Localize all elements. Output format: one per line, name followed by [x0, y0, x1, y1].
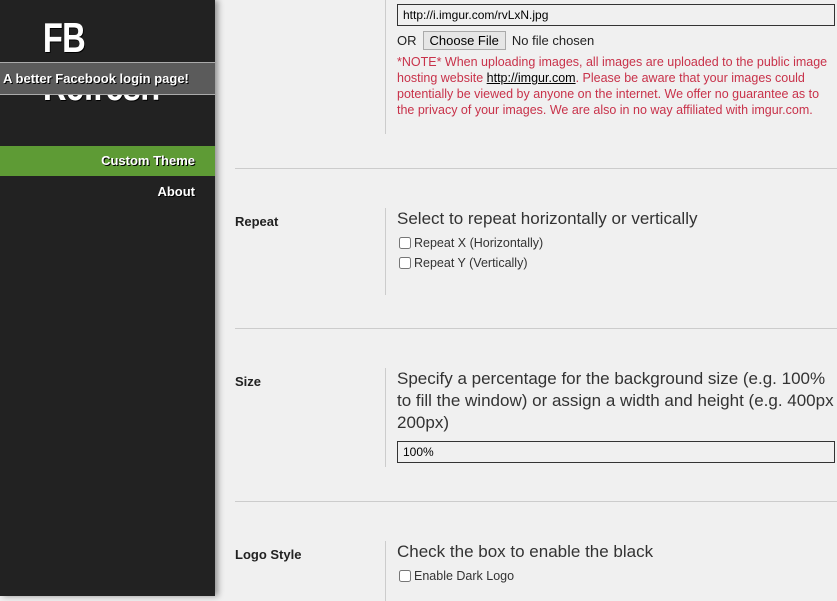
divider: [235, 168, 837, 169]
repeat-y-checkbox[interactable]: [399, 257, 411, 269]
dark-logo-checkbox[interactable]: [399, 570, 411, 582]
size-input[interactable]: [397, 441, 835, 463]
size-label: Size: [235, 374, 262, 389]
sidebar: FB Refresh A better Facebook login page!…: [0, 0, 215, 596]
image-url-input[interactable]: [397, 4, 835, 26]
sidebar-item-about[interactable]: About: [0, 177, 215, 207]
divider: [235, 328, 837, 329]
dark-logo-label: Enable Dark Logo: [414, 569, 515, 583]
sidebar-item-custom-theme[interactable]: Custom Theme: [0, 146, 215, 176]
background-image-content: OR Choose File No file chosen *NOTE* Whe…: [385, 0, 837, 134]
choose-file-button[interactable]: Choose File: [422, 31, 506, 50]
imgur-link[interactable]: http://imgur.com: [487, 71, 576, 85]
repeat-x-option[interactable]: Repeat X (Horizontally): [397, 236, 837, 250]
repeat-label: Repeat: [235, 214, 279, 229]
repeat-x-label: Repeat X (Horizontally): [414, 236, 544, 250]
size-description: Specify a percentage for the background …: [397, 369, 834, 432]
or-label: OR: [397, 33, 417, 48]
tagline: A better Facebook login page!: [0, 62, 215, 95]
upload-note: *NOTE* When uploading images, all images…: [397, 54, 837, 118]
repeat-y-label: Repeat Y (Vertically): [414, 256, 528, 270]
logo-description: Check the box to enable the black: [397, 542, 654, 561]
logo-style-label: Logo Style: [235, 547, 302, 562]
dark-logo-option[interactable]: Enable Dark Logo: [397, 569, 837, 583]
divider: [235, 501, 837, 502]
repeat-y-option[interactable]: Repeat Y (Vertically): [397, 256, 837, 270]
repeat-description: Select to repeat horizontally or vertica…: [397, 209, 698, 228]
file-status: No file chosen: [511, 33, 595, 48]
repeat-x-checkbox[interactable]: [399, 237, 411, 249]
